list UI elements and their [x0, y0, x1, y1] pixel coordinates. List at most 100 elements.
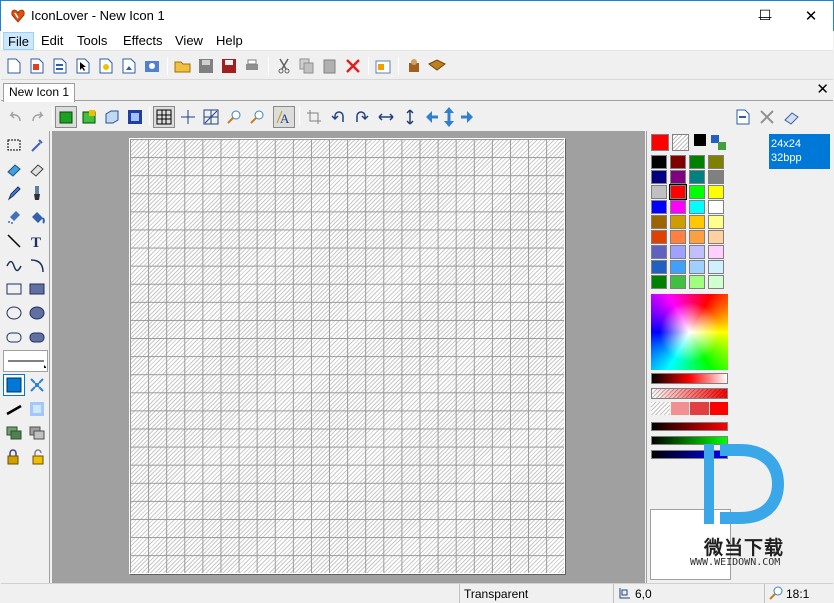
close-button[interactable]: ✕ — [788, 1, 834, 31]
palette-swatch[interactable] — [651, 245, 667, 259]
view-mode-mask-button[interactable] — [78, 106, 100, 128]
rotate-left-button[interactable] — [327, 106, 349, 128]
palette-swatch[interactable] — [670, 260, 686, 274]
palette-swatch[interactable] — [651, 185, 667, 199]
menu-tools[interactable]: Tools — [73, 32, 111, 50]
palette-swatch[interactable] — [651, 215, 667, 229]
save-button[interactable] — [196, 56, 216, 76]
palette-swatch[interactable] — [708, 185, 724, 199]
palette-swatch[interactable] — [708, 260, 724, 274]
copy-button[interactable] — [297, 56, 317, 76]
open-folder-button[interactable] — [173, 56, 193, 76]
palette-swatch[interactable] — [670, 170, 686, 184]
cut-button[interactable] — [274, 56, 294, 76]
rounded-rect-outline-tool[interactable] — [3, 326, 25, 348]
color-spectrum-picker[interactable] — [651, 294, 728, 370]
palette-swatch[interactable] — [689, 275, 705, 289]
brightness-slider[interactable] — [651, 373, 728, 384]
palette-swatch[interactable] — [689, 170, 705, 184]
extract-button[interactable] — [404, 56, 424, 76]
palette-swatch[interactable] — [670, 230, 686, 244]
palette-swatch[interactable] — [651, 200, 667, 214]
curve-tool[interactable] — [3, 254, 25, 276]
new-icon-button[interactable] — [4, 56, 24, 76]
palette-swatch[interactable] — [708, 215, 724, 229]
palette-swatch[interactable] — [708, 230, 724, 244]
unlock-alpha-button[interactable] — [26, 446, 48, 468]
pencil-tool[interactable] — [3, 182, 25, 204]
rotate-right-button[interactable] — [351, 106, 373, 128]
menu-view[interactable]: View — [171, 32, 207, 50]
palette-swatch[interactable] — [670, 215, 686, 229]
line-width-selector[interactable] — [3, 350, 48, 372]
save-all-button[interactable] — [219, 56, 239, 76]
swap-colors-icon[interactable] — [710, 134, 728, 151]
palette-swatch[interactable] — [689, 230, 705, 244]
red-channel-slider[interactable] — [651, 422, 728, 431]
close-tab-icon[interactable]: ✕ — [816, 82, 829, 98]
ellipse-filled-tool[interactable] — [26, 302, 48, 324]
menu-file[interactable]: File — [3, 32, 34, 50]
alpha-preset-swatches[interactable] — [651, 402, 728, 415]
palette-swatch[interactable] — [689, 185, 705, 199]
pixel-grid-button[interactable] — [200, 106, 222, 128]
airbrush-tool[interactable] — [3, 206, 25, 228]
arc-tool[interactable] — [26, 254, 48, 276]
palette-swatch[interactable] — [651, 170, 667, 184]
rectangle-outline-tool[interactable] — [3, 278, 25, 300]
palette-swatch[interactable] — [689, 200, 705, 214]
palette-swatch[interactable] — [689, 155, 705, 169]
menu-help[interactable]: Help — [212, 32, 247, 50]
paste-button[interactable] — [320, 56, 340, 76]
lock-alpha-button[interactable] — [3, 446, 25, 468]
palette-swatch[interactable] — [670, 245, 686, 259]
view-preview-button[interactable] — [124, 106, 146, 128]
view-3d-button[interactable] — [101, 106, 123, 128]
menu-edit[interactable]: Edit — [37, 32, 67, 50]
delete-image-format-button[interactable] — [756, 106, 778, 128]
black-transparent-swatch[interactable] — [694, 134, 706, 146]
eraser-format-button[interactable] — [781, 106, 803, 128]
palette-swatch[interactable] — [670, 275, 686, 289]
background-color-swatch[interactable] — [672, 134, 689, 151]
new-cursor-button[interactable] — [27, 56, 47, 76]
fill-mode-button[interactable] — [3, 374, 25, 396]
flip-horizontal-button[interactable] — [375, 106, 397, 128]
crosshair-button[interactable] — [177, 106, 199, 128]
shift-right-button[interactable] — [456, 106, 478, 128]
palette-swatch[interactable] — [651, 260, 667, 274]
grid-toggle-button[interactable] — [153, 106, 175, 128]
flip-vertical-button[interactable] — [399, 106, 421, 128]
layer-opaque-button[interactable] — [3, 422, 25, 444]
brush-shape-selector[interactable] — [3, 398, 25, 420]
menu-effects[interactable]: Effects — [119, 32, 167, 50]
palette-swatch[interactable] — [651, 155, 667, 169]
eyedropper-tool[interactable] — [26, 134, 48, 156]
palette-swatch[interactable] — [708, 200, 724, 214]
palette-swatch[interactable] — [708, 245, 724, 259]
palette-swatch[interactable] — [708, 275, 724, 289]
new-image-button[interactable] — [119, 56, 139, 76]
new-image-format-button[interactable] — [732, 106, 754, 128]
ellipse-outline-tool[interactable] — [3, 302, 25, 324]
antialias-text-button[interactable]: A — [273, 106, 295, 128]
palette-swatch[interactable] — [689, 245, 705, 259]
palette-swatch[interactable] — [651, 275, 667, 289]
alpha-slider[interactable] — [651, 388, 728, 399]
crop-button[interactable] — [303, 106, 325, 128]
delete-button[interactable] — [343, 56, 363, 76]
rounded-rect-filled-tool[interactable] — [26, 326, 48, 348]
color-eraser-tool[interactable] — [26, 158, 48, 180]
palette-swatch[interactable] — [708, 155, 724, 169]
eraser-tool[interactable] — [3, 158, 25, 180]
fill-bucket-tool[interactable] — [26, 206, 48, 228]
palette-swatch[interactable] — [670, 200, 686, 214]
palette-swatch[interactable] — [708, 170, 724, 184]
tab-new-icon-1[interactable]: New Icon 1 — [3, 83, 76, 102]
view-mode-icon-button[interactable] — [55, 106, 77, 128]
properties-button[interactable] — [373, 56, 393, 76]
pixel-editor-canvas[interactable] — [129, 138, 565, 574]
brush-tool[interactable] — [26, 182, 48, 204]
palette-swatch[interactable] — [689, 215, 705, 229]
undo-button[interactable] — [4, 106, 26, 128]
